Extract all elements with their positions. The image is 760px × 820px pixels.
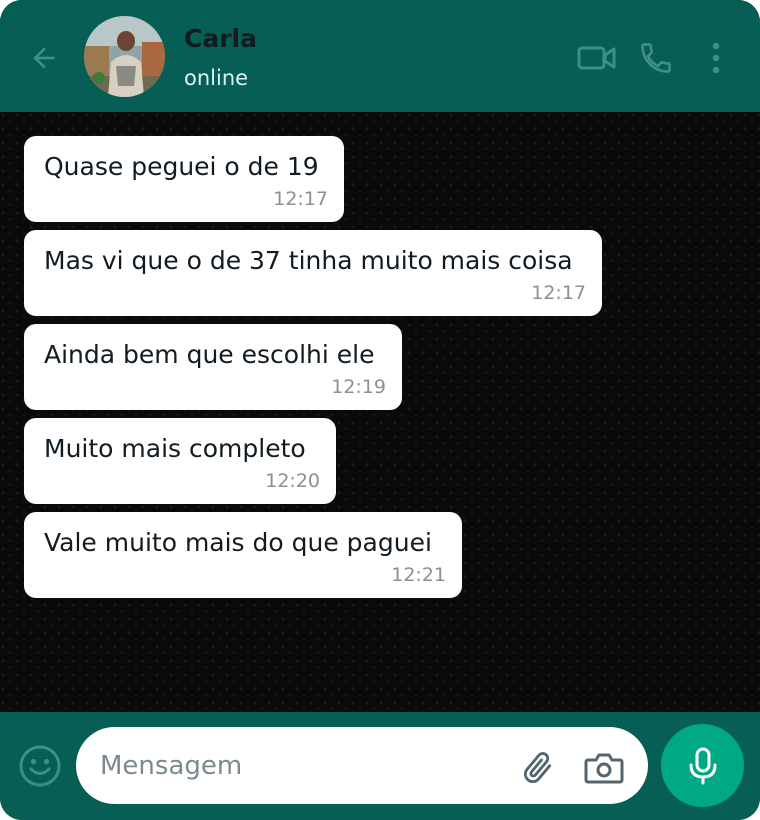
message-time: 12:17 <box>531 282 586 304</box>
back-arrow-icon <box>33 47 55 69</box>
video-call-icon <box>577 46 616 70</box>
message-text: Vale muito mais do que paguei <box>44 528 432 557</box>
message-time: 12:21 <box>391 564 446 586</box>
attach-icon <box>524 752 552 784</box>
message-text: Quase peguei o de 19 <box>44 152 319 181</box>
camera-button[interactable] <box>582 748 626 788</box>
message-text: Mas vi que o de 37 tinha muito mais cois… <box>44 246 573 275</box>
message-time: 12:20 <box>265 470 320 492</box>
video-call-button[interactable] <box>575 36 619 80</box>
more-vert-icon <box>712 42 720 74</box>
message-input[interactable]: Mensagem <box>76 727 648 804</box>
message-time: 12:19 <box>331 376 386 398</box>
avatar[interactable] <box>84 16 165 97</box>
phone-icon <box>641 43 671 73</box>
chat-header: Carla online <box>0 0 760 112</box>
emoji-icon <box>19 745 61 787</box>
voice-message-button[interactable] <box>661 724 744 807</box>
message-bubble[interactable]: Mas vi que o de 37 tinha muito mais cois… <box>24 230 602 316</box>
camera-icon <box>584 753 624 784</box>
message-bubble[interactable]: Ainda bem que escolhi ele 12:19 <box>24 324 402 410</box>
voice-call-button[interactable] <box>634 36 678 80</box>
message-text: Muito mais completo <box>44 434 306 463</box>
message-list[interactable]: Quase peguei o de 19 12:17 Mas vi que o … <box>0 112 760 712</box>
chat-window: Carla online Quase peguei o de 19 12:17 <box>0 0 760 820</box>
message-input-placeholder: Mensagem <box>100 751 243 781</box>
back-button[interactable] <box>24 38 64 78</box>
contact-name[interactable]: Carla <box>184 24 257 53</box>
attach-button[interactable] <box>516 748 560 788</box>
message-time: 12:17 <box>273 188 328 210</box>
message-bubble[interactable]: Muito mais completo 12:20 <box>24 418 336 504</box>
mic-icon <box>689 747 716 784</box>
message-bubble[interactable]: Vale muito mais do que paguei 12:21 <box>24 512 462 598</box>
message-bubble[interactable]: Quase peguei o de 19 12:17 <box>24 136 344 222</box>
message-text: Ainda bem que escolhi ele <box>44 340 375 369</box>
more-options-button[interactable] <box>694 36 738 80</box>
emoji-button[interactable] <box>18 744 62 788</box>
contact-status: online <box>184 66 249 90</box>
